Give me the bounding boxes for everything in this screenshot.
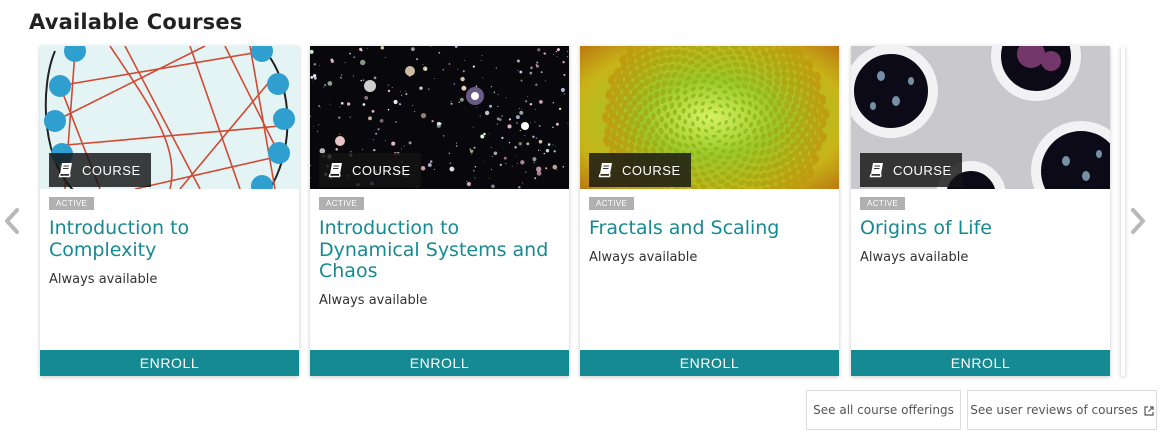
course-title[interactable]: Origins of Life — [860, 217, 1100, 240]
book-icon — [58, 163, 72, 178]
see-all-offerings-button[interactable]: See all course offerings — [806, 390, 961, 430]
course-title[interactable]: Fractals and Scaling — [589, 217, 829, 240]
next-card-peek — [1121, 46, 1125, 376]
see-user-reviews-label: See user reviews of courses — [970, 403, 1138, 417]
see-user-reviews-button[interactable]: See user reviews of courses — [967, 390, 1157, 430]
course-type-badge: COURSE — [589, 153, 691, 187]
availability-text: Always available — [49, 272, 158, 287]
availability-text: Always available — [860, 250, 969, 265]
book-icon — [328, 163, 342, 178]
course-card[interactable]: COURSE ACTIVE Fractals and Scaling Alway… — [580, 46, 839, 376]
course-card[interactable]: COURSE ACTIVE Origins of Life Always ava… — [851, 46, 1110, 376]
carousel-next-button[interactable] — [1128, 206, 1148, 236]
availability-text: Always available — [319, 293, 428, 308]
status-badge: ACTIVE — [49, 197, 95, 210]
enroll-button[interactable]: ENROLL — [851, 350, 1110, 376]
status-badge: ACTIVE — [589, 197, 635, 210]
enroll-button[interactable]: ENROLL — [40, 350, 299, 376]
status-badge: ACTIVE — [860, 197, 906, 210]
status-badge: ACTIVE — [319, 197, 365, 210]
course-type-badge: COURSE — [860, 153, 962, 187]
course-card[interactable]: COURSE ACTIVE Introduction to Complexity… — [40, 46, 299, 376]
book-icon — [869, 163, 883, 178]
course-type-label: COURSE — [82, 162, 141, 178]
external-link-icon — [1144, 405, 1154, 416]
chevron-left-icon — [5, 208, 19, 234]
course-type-label: COURSE — [352, 162, 411, 178]
carousel-prev-button[interactable] — [2, 206, 22, 236]
course-card[interactable]: COURSE ACTIVE Introduction to Dynamical … — [310, 46, 569, 376]
see-all-offerings-label: See all course offerings — [813, 403, 954, 417]
course-type-badge: COURSE — [319, 153, 421, 187]
page-title: Available Courses — [29, 10, 243, 34]
enroll-button[interactable]: ENROLL — [580, 350, 839, 376]
course-title[interactable]: Introduction to Complexity — [49, 217, 289, 261]
enroll-button[interactable]: ENROLL — [310, 350, 569, 376]
course-title[interactable]: Introduction to Dynamical Systems and Ch… — [319, 217, 559, 283]
availability-text: Always available — [589, 250, 698, 265]
chevron-right-icon — [1131, 208, 1145, 234]
course-type-label: COURSE — [622, 162, 681, 178]
course-type-badge: COURSE — [49, 153, 151, 187]
book-icon — [598, 163, 612, 178]
course-type-label: COURSE — [893, 162, 952, 178]
